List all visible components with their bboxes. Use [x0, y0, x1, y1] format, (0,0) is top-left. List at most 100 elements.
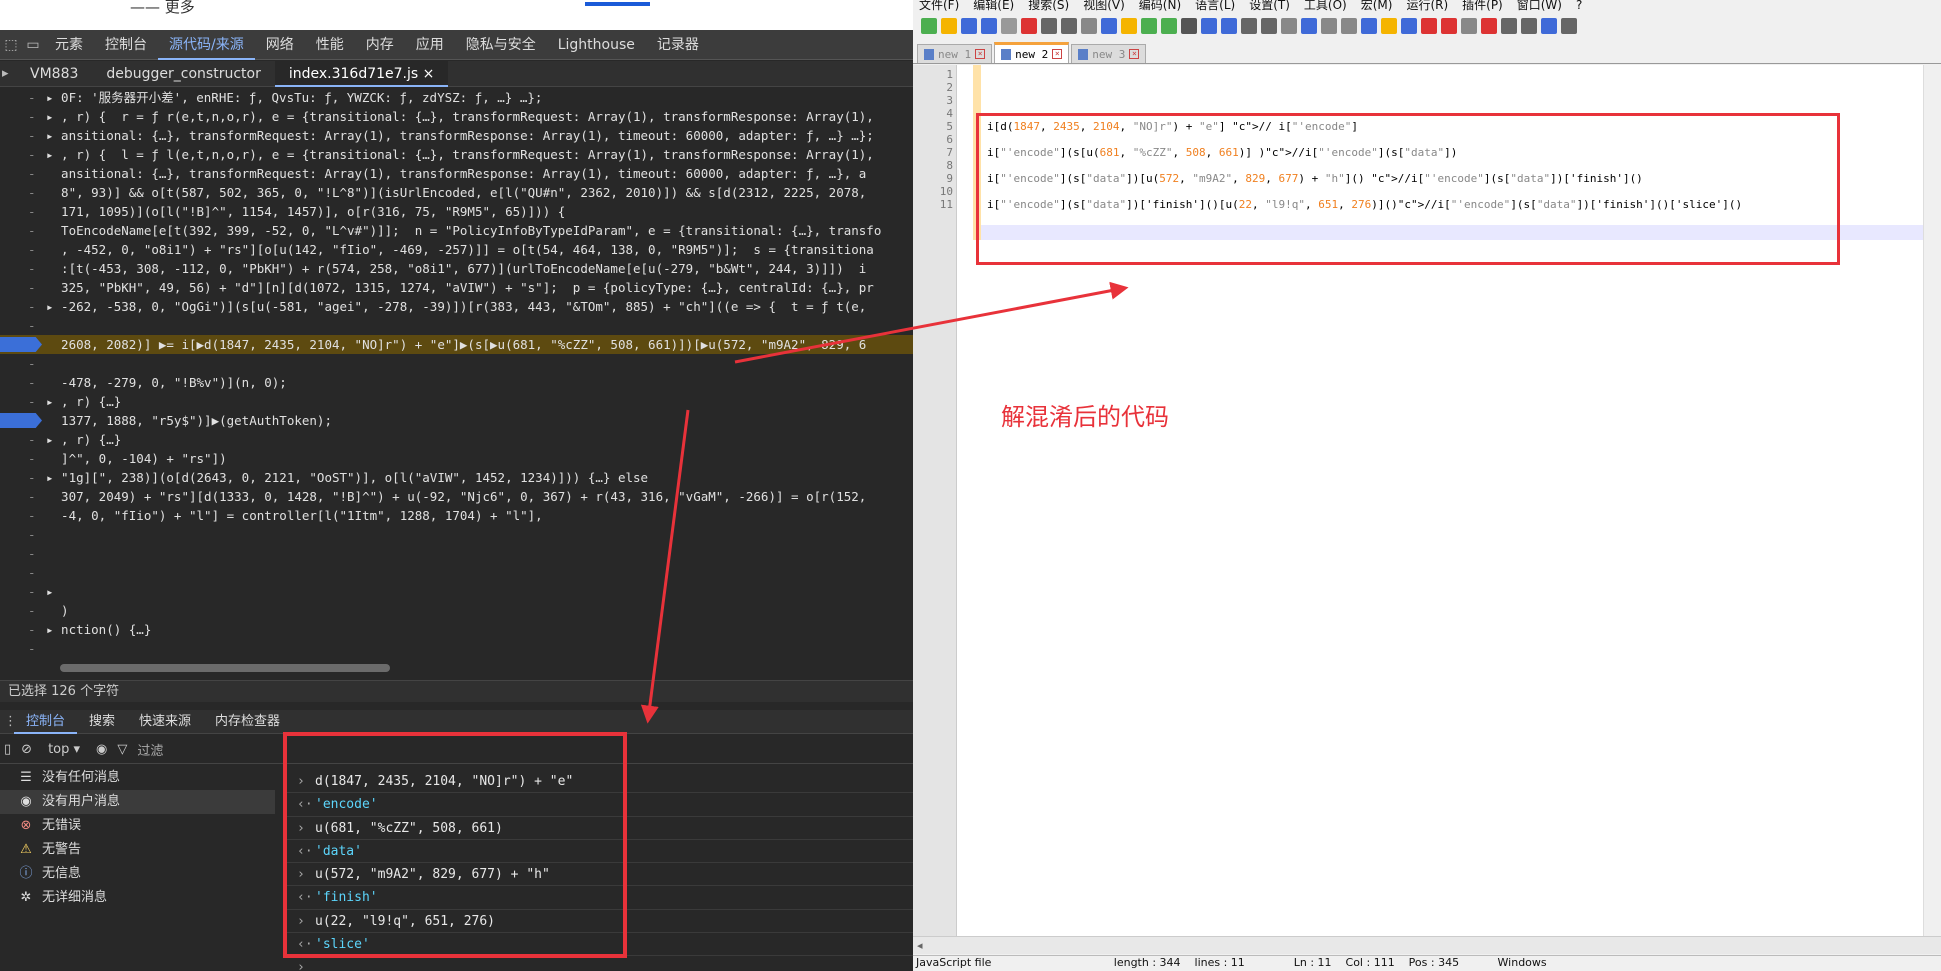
line-gutter[interactable]: -	[0, 164, 44, 183]
menu-item[interactable]: 工具(O)	[1304, 0, 1347, 12]
line-gutter[interactable]: -	[0, 259, 44, 278]
drawer-menu-icon[interactable]: ⋮	[0, 714, 17, 729]
line-gutter[interactable]: -	[0, 278, 44, 297]
tab-elements[interactable]: 元素	[44, 30, 94, 60]
code-line[interactable]: - -478, -279, 0, "!B%v")](n, 0);	[0, 373, 913, 392]
line-gutter[interactable]: -	[0, 449, 44, 468]
code-line[interactable]: -	[0, 316, 913, 335]
toolbar-button-icon[interactable]	[1161, 18, 1177, 34]
editor-vertical-scrollbar[interactable]	[1923, 65, 1941, 936]
line-gutter[interactable]: -	[0, 373, 44, 392]
toolbar-button-icon[interactable]	[1241, 18, 1257, 34]
menu-item[interactable]: 插件(P)	[1462, 0, 1503, 12]
console-input-row[interactable]: › u(572, "m9A2", 829, 677) + "h"	[283, 863, 913, 887]
toolbar-button-icon[interactable]	[1401, 18, 1417, 34]
line-gutter[interactable]: -	[0, 658, 44, 660]
document-tab[interactable]: new 1 ×	[917, 44, 993, 63]
toolbar-button-icon[interactable]	[1121, 18, 1137, 34]
line-gutter[interactable]: -	[0, 354, 44, 373]
toolbar-button-icon[interactable]	[1201, 18, 1217, 34]
toolbar-button-icon[interactable]	[1381, 18, 1397, 34]
document-tab[interactable]: new 2 ×	[994, 42, 1070, 63]
toolbar-button-icon[interactable]	[921, 18, 937, 34]
document-tab[interactable]: new 3 ×	[1071, 44, 1147, 63]
code-line[interactable]: - :[t(-453, 308, -112, 0, "PbKH") + r(57…	[0, 259, 913, 278]
line-gutter[interactable]: -	[0, 297, 44, 316]
toolbar-button-icon[interactable]	[981, 18, 997, 34]
console-result-row[interactable]: ‹·'slice'	[283, 933, 913, 957]
file-tab-index-js[interactable]: index.316d71e7.js ×	[274, 60, 449, 87]
code-editor[interactable]: - ▸ 0F: '服务器开小差', enRHE: ƒ, QvsTu: ƒ, YWZ…	[0, 87, 913, 660]
code-line[interactable]: -	[0, 639, 913, 658]
close-tab-icon[interactable]: ×	[975, 49, 986, 59]
code-line[interactable]: - 2608, 2082)] ▶= i[▶d(1847, 2435, 2104,…	[0, 335, 913, 354]
code-line[interactable]: - 8", 93)] && o[t(587, 502, 365, 0, "!L^…	[0, 183, 913, 202]
line-gutter[interactable]: -	[0, 221, 44, 240]
menu-item[interactable]: ?	[1576, 0, 1582, 12]
line-gutter[interactable]: -	[0, 601, 44, 620]
close-tab-icon[interactable]: ×	[1052, 49, 1063, 59]
toolbar-button-icon[interactable]	[961, 18, 977, 34]
code-line[interactable]: - -4, 0, "fIio") + "l"] = controller[l("…	[0, 506, 913, 525]
tab-privacy-security[interactable]: 隐私与安全	[455, 30, 547, 60]
toolbar-button-icon[interactable]	[1361, 18, 1377, 34]
console-sidebar-item[interactable]: ☰ 没有任何消息	[0, 766, 275, 790]
tab-sources[interactable]: 源代码/来源	[158, 30, 255, 60]
tab-performance[interactable]: 性能	[305, 30, 355, 60]
line-gutter[interactable]: -	[0, 544, 44, 563]
code-line[interactable]: -	[0, 563, 913, 582]
console-result-row[interactable]: ‹·'data'	[283, 840, 913, 864]
line-gutter[interactable]: -	[0, 487, 44, 506]
code-line[interactable]: - ▸ , r) { l = ƒ l(e,t,n,o,r), e = {trans…	[0, 145, 913, 164]
filter-input[interactable]: 过滤	[137, 740, 163, 759]
eye-icon[interactable]: ◉	[96, 742, 107, 757]
menu-item[interactable]: 文件(F)	[919, 0, 959, 12]
line-gutter[interactable]: -	[0, 639, 44, 658]
menu-item[interactable]: 编辑(E)	[973, 0, 1014, 12]
code-line[interactable]: - 171, 1095)](o[l("!B]^", 1154, 1457)], …	[0, 202, 913, 221]
tab-application[interactable]: 应用	[405, 30, 455, 60]
tab-lighthouse[interactable]: Lighthouse	[547, 30, 646, 60]
line-gutter[interactable]: -	[0, 316, 44, 335]
code-line[interactable]: - ▸	[0, 582, 913, 601]
toolbar-button-icon[interactable]	[1421, 18, 1437, 34]
sidebar-toggle-icon[interactable]: ▯	[4, 742, 11, 757]
breakpoint-marker[interactable]	[0, 337, 42, 352]
code-line[interactable]: -	[0, 354, 913, 373]
toolbar-button-icon[interactable]	[1321, 18, 1337, 34]
toolbar-button-icon[interactable]	[1101, 18, 1117, 34]
code-line[interactable]: - ToEncodeName[e[t(392, 399, -52, 0, "L^…	[0, 221, 913, 240]
toolbar-button-icon[interactable]	[1081, 18, 1097, 34]
console-sidebar-item[interactable]: ⓘ 无信息	[0, 862, 275, 886]
menu-item[interactable]: 宏(M)	[1361, 0, 1393, 12]
menu-item[interactable]: 搜索(S)	[1028, 0, 1069, 12]
drawer-tab-quick-source[interactable]: 快速来源	[127, 710, 203, 734]
scroll-left-icon[interactable]: ◂	[917, 939, 923, 952]
code-line[interactable]: - ) {	[0, 658, 913, 660]
line-gutter[interactable]: -	[0, 430, 44, 449]
console-result-row[interactable]: ‹·'finish'	[283, 886, 913, 910]
file-tab-vm883[interactable]: VM883	[16, 61, 92, 87]
line-gutter[interactable]: -	[0, 506, 44, 525]
text-editor[interactable]: 1 2 3 4 5 6 7 8 9 10 11 i[d(1847, 2435, 2104, "NO]…	[913, 65, 1941, 936]
console-input-row[interactable]: › u(681, "%cZZ", 508, 661)	[283, 817, 913, 840]
line-gutter[interactable]: -	[0, 620, 44, 639]
line-gutter[interactable]: -	[0, 202, 44, 221]
drawer-tab-search[interactable]: 搜索	[77, 710, 127, 734]
line-gutter[interactable]: -	[0, 126, 44, 145]
inspect-element-icon[interactable]: ⬚	[0, 30, 22, 60]
code-line[interactable]: - ▸ -262, -538, 0, "OgGi")](s[u(-581, "ag…	[0, 297, 913, 316]
code-line[interactable]: - 325, "PbKH", 49, 56) + "d"][n][d(1072,…	[0, 278, 913, 297]
breakpoint-marker[interactable]	[0, 413, 42, 428]
console-sidebar-item[interactable]: ⚠ 无警告	[0, 838, 275, 862]
console-input-row[interactable]: › d(1847, 2435, 2104, "NO]r") + "e"	[283, 770, 913, 794]
code-line[interactable]: - ansitional: {…}, transformRequest: Arr…	[0, 164, 913, 183]
context-selector[interactable]: top ▾	[42, 742, 86, 757]
tab-console[interactable]: 控制台	[94, 30, 158, 60]
code-line[interactable]: - ▸ ansitional: {…}, transformRequest: Ar…	[0, 126, 913, 145]
line-gutter[interactable]: -	[0, 240, 44, 259]
device-toolbar-icon[interactable]: ▭	[22, 30, 44, 60]
close-tab-icon[interactable]: ×	[1129, 49, 1140, 59]
menu-item[interactable]: 运行(R)	[1406, 0, 1448, 12]
code-line[interactable]: - )	[0, 601, 913, 620]
